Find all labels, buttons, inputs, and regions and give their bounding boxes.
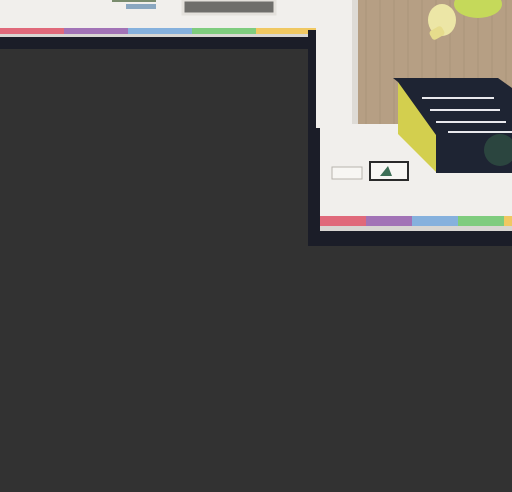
wall-column [316, 0, 358, 128]
left-color-stripe [0, 28, 320, 34]
right-room-module [308, 0, 512, 246]
wall-column-shade [352, 0, 358, 128]
stripe-segment [128, 28, 192, 34]
rug [181, 0, 277, 16]
stripe-segment [0, 28, 64, 34]
left-room-module [0, 0, 320, 49]
stripe-segment [192, 28, 256, 34]
stripe-segment [458, 216, 504, 226]
stripe-segment [504, 216, 512, 226]
right-module-edge [320, 226, 512, 231]
room-render [0, 0, 512, 246]
stripe-segment [320, 216, 366, 226]
stripe-segment [412, 216, 458, 226]
small-poster-2 [112, 0, 156, 2]
stripe-segment [64, 28, 128, 34]
small-poster [126, 4, 156, 9]
left-module-edge [0, 34, 320, 37]
left-module-shadow [0, 35, 320, 49]
right-color-stripe [320, 216, 512, 226]
stripe-segment [366, 216, 412, 226]
floor-poster-small [331, 166, 363, 180]
